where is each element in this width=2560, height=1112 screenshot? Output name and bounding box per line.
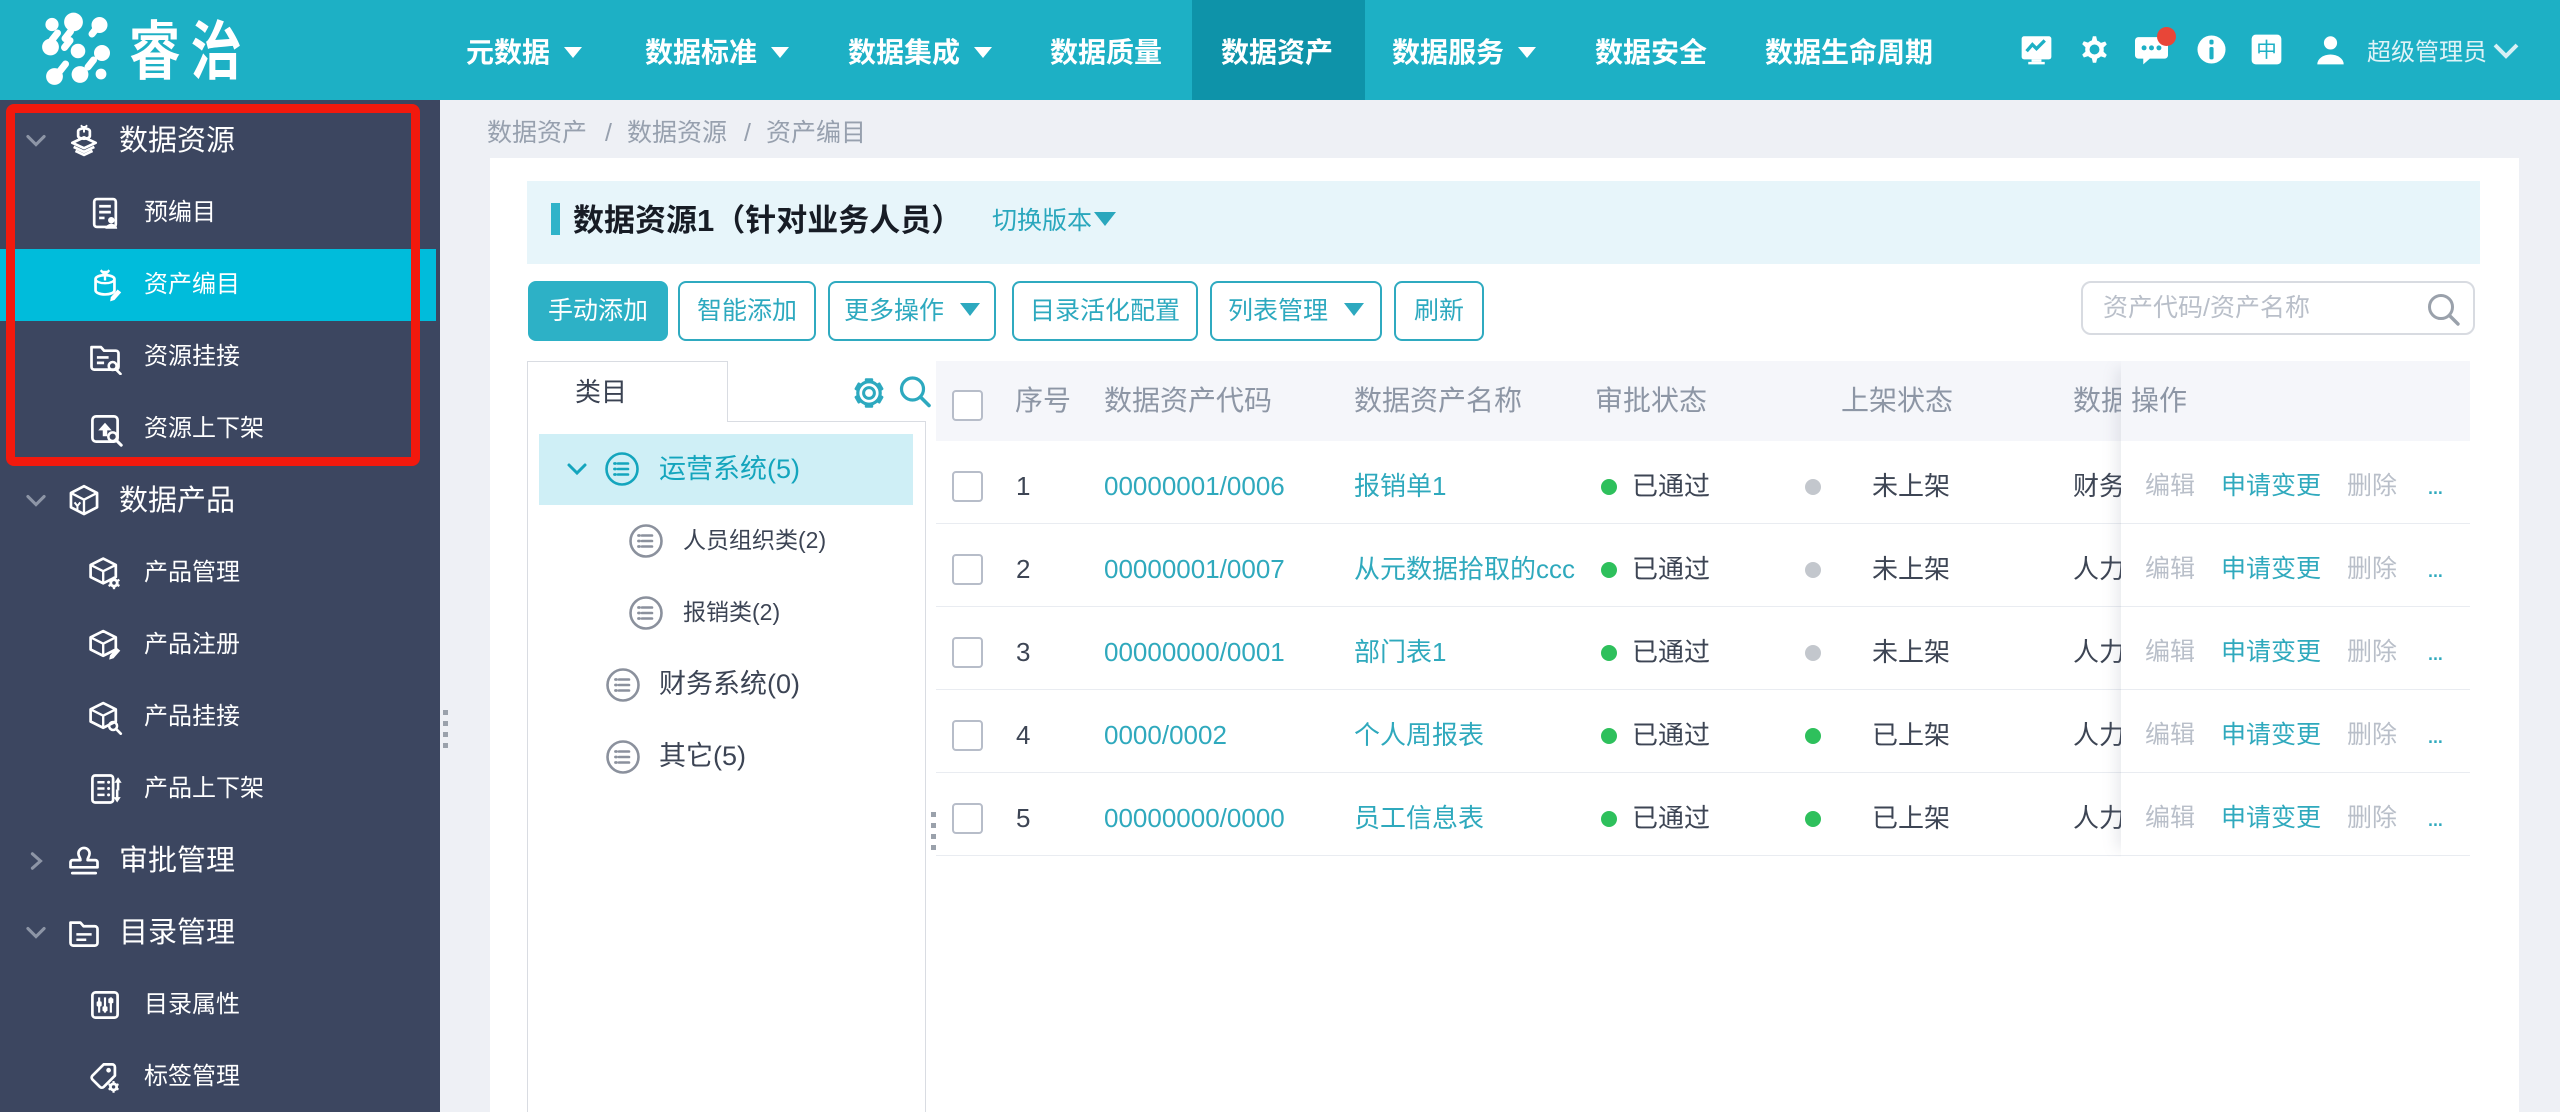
svg-text:中: 中 xyxy=(2256,33,2277,63)
